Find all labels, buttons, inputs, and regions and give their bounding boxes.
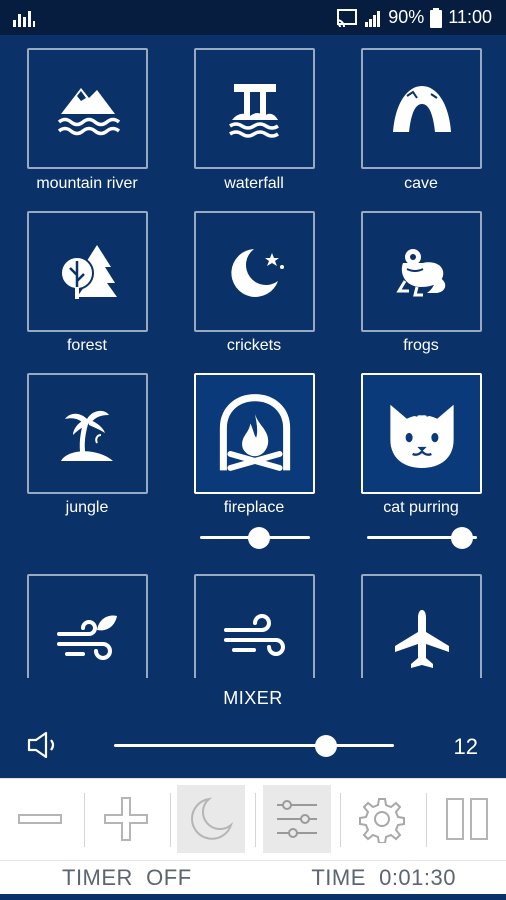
forest-icon: [59, 244, 117, 299]
signal-icon: [365, 10, 381, 27]
wind-leaf-icon: [56, 615, 117, 660]
plus-icon: [104, 797, 148, 841]
minus-button[interactable]: [6, 785, 74, 853]
settings-button[interactable]: [348, 785, 416, 853]
fireplace-icon: [219, 393, 290, 471]
battery-percent: 90%: [388, 7, 425, 27]
sound-tile-waterfall[interactable]: [194, 48, 315, 169]
sound-label: crickets: [226, 337, 282, 354]
mountain-river-icon: [57, 87, 120, 135]
mixer-title: MIXER: [223, 688, 283, 708]
sound-tile-fireplace[interactable]: [194, 373, 315, 494]
sound-label: mountain river: [36, 175, 138, 192]
frog-icon: [395, 248, 445, 296]
sound-tile-mountain-river[interactable]: [27, 48, 148, 169]
sound-label: fireplace: [223, 499, 285, 516]
sound-tile-wind[interactable]: [194, 574, 315, 678]
sound-tile-frogs[interactable]: [361, 211, 482, 332]
speaker-icon[interactable]: [26, 730, 62, 760]
palm-island-icon: [60, 410, 113, 461]
toolbar-divider: [340, 793, 341, 847]
status-bar: 90% 11:00: [0, 0, 506, 35]
mixer-button[interactable]: [263, 785, 331, 853]
master-volume-slider[interactable]: [114, 735, 394, 757]
fireplace-volume-slider[interactable]: [200, 526, 310, 550]
sound-label: jungle: [65, 499, 109, 516]
timer-status: TIMER OFF: [62, 865, 192, 890]
sound-grid-partial-row: [0, 570, 506, 678]
gear-icon: [359, 798, 405, 843]
pause-icon: [446, 798, 488, 840]
bottom-toolbar: [0, 778, 506, 860]
crickets-moon-icon: [230, 248, 284, 297]
toolbar-divider: [255, 793, 256, 847]
moon-icon: [191, 797, 234, 840]
sound-tile-crickets[interactable]: [194, 211, 315, 332]
cast-icon: [337, 8, 358, 27]
sound-tile-forest[interactable]: [27, 211, 148, 332]
equalizer-icon: [13, 11, 35, 27]
cave-icon: [392, 85, 451, 132]
sound-label: frogs: [403, 337, 439, 354]
slider-thumb[interactable]: [315, 735, 337, 757]
plus-button[interactable]: [92, 785, 160, 853]
waterfall-icon: [228, 83, 279, 138]
clock: 11:00: [448, 7, 492, 27]
sound-label: forest: [66, 337, 107, 354]
wind-icon: [223, 614, 285, 656]
cat-icon: [389, 404, 454, 468]
toolbar-divider: [426, 793, 427, 847]
slider-thumb[interactable]: [451, 527, 473, 549]
sound-tile-jungle[interactable]: [27, 373, 148, 494]
sound-label: cat purring: [383, 499, 459, 516]
volume-value: 12: [453, 734, 478, 759]
cat-purring-volume-slider[interactable]: [367, 526, 477, 550]
sound-label: cave: [404, 175, 438, 192]
toolbar-divider: [170, 793, 171, 847]
sound-tile-cave[interactable]: [361, 48, 482, 169]
sliders-icon: [277, 800, 317, 838]
sound-tile-cat-purring[interactable]: [361, 373, 482, 494]
slider-thumb[interactable]: [248, 527, 270, 549]
sound-label: waterfall: [224, 175, 284, 192]
pause-button[interactable]: [433, 785, 501, 853]
elapsed-time: TIME 0:01:30: [311, 865, 456, 890]
airplane-icon: [394, 610, 449, 668]
bottom-edge: [0, 894, 506, 900]
slider-track: [114, 744, 394, 747]
sound-tile-airplane[interactable]: [361, 574, 482, 678]
minus-icon: [18, 814, 62, 824]
battery-icon: [430, 7, 443, 28]
status-footer: TIMER OFF TIME 0:01:30: [0, 860, 506, 894]
sound-tile-wind-leaf[interactable]: [27, 574, 148, 678]
sleep-button[interactable]: [177, 785, 245, 853]
toolbar-divider: [84, 793, 85, 847]
